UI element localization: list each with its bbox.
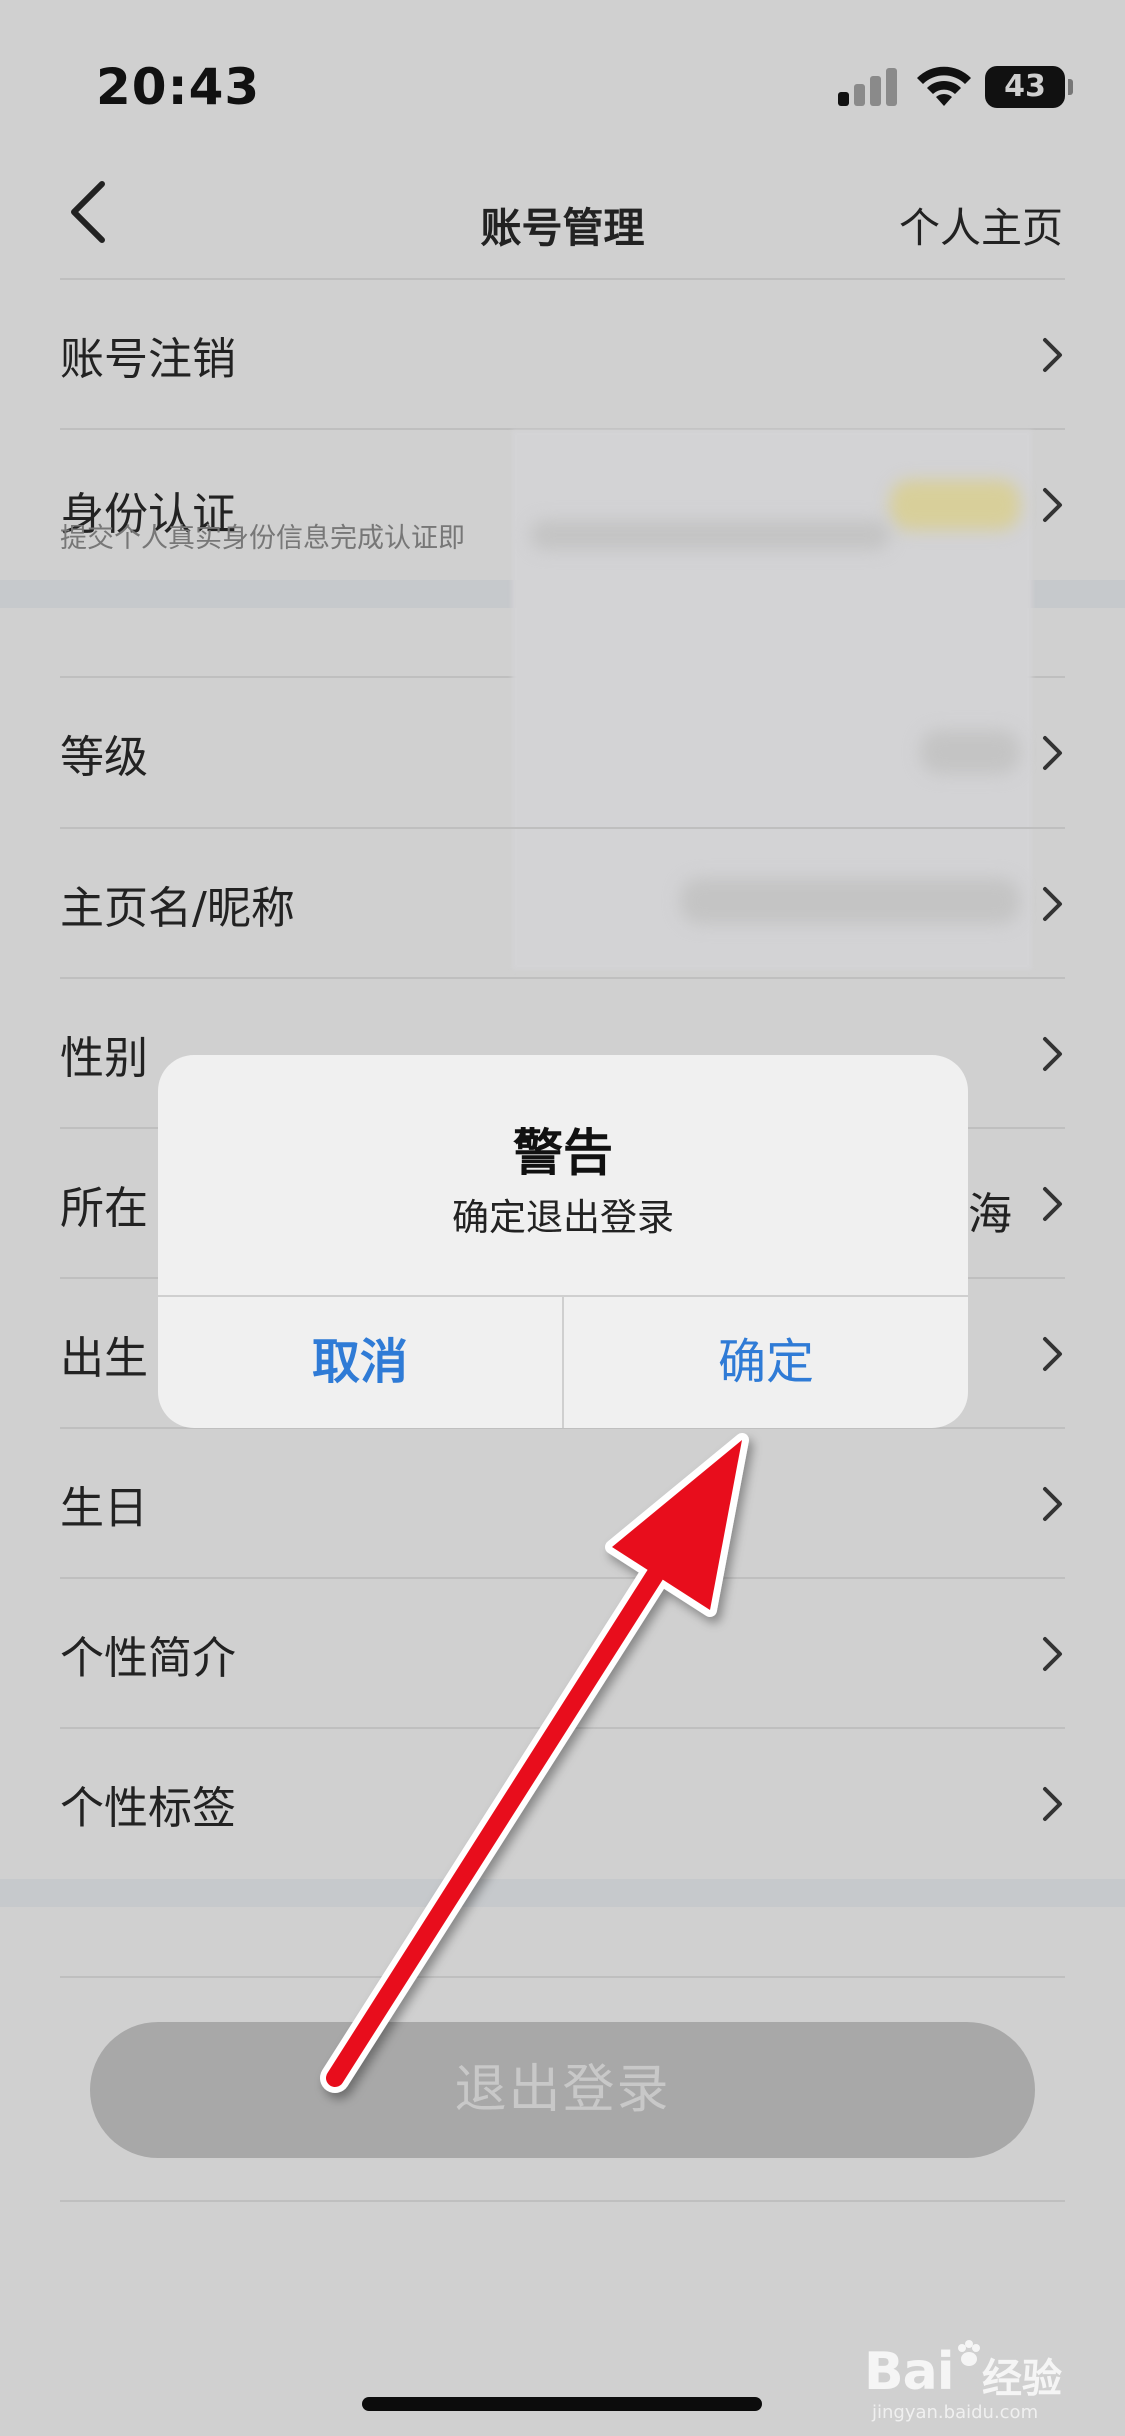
screen: 20:43 43 账号管理 个人主页 账号注销 身份认证 提交个人真实身份信息完… — [0, 0, 1125, 2436]
row-label: 等级 — [60, 732, 148, 783]
row-label: 生日 — [60, 1483, 148, 1534]
status-bar: 20:43 43 — [0, 0, 1125, 150]
cellular-signal-icon — [838, 66, 898, 106]
divider — [60, 1976, 1065, 1978]
watermark-suffix: 经验 — [982, 2356, 1062, 2402]
dialog-title: 警告 — [513, 1124, 613, 1182]
row-label: 个性标签 — [60, 1783, 236, 1834]
section-gap — [0, 1879, 1125, 1907]
chevron-right-icon — [1043, 1337, 1062, 1371]
logout-button[interactable]: 退出登录 — [90, 2022, 1035, 2158]
row-bio[interactable]: 个性简介 — [0, 1579, 1125, 1729]
chevron-right-icon — [1043, 1637, 1062, 1671]
alert-dialog: 警告 确定退出登录 取消 确定 — [158, 1055, 968, 1428]
nav-bar: 账号管理 个人主页 — [0, 150, 1125, 280]
row-label: 个性简介 — [60, 1633, 236, 1684]
row-birthday[interactable]: 生日 — [0, 1429, 1125, 1579]
wifi-icon — [917, 66, 971, 106]
row-label: 性别 — [60, 1033, 148, 1084]
row-subtitle: 提交个人真实身份信息完成认证即 — [60, 523, 465, 554]
status-time: 20:43 — [96, 58, 261, 116]
watermark-brand: Bai — [864, 2342, 955, 2402]
chevron-right-icon — [1043, 338, 1062, 372]
divider — [60, 2200, 1065, 2202]
chevron-right-icon — [1043, 488, 1062, 522]
dialog-confirm-button[interactable]: 确定 — [564, 1297, 968, 1428]
row-label: 主页名/昵称 — [60, 883, 295, 934]
row-label: 所在 — [60, 1183, 148, 1234]
profile-link[interactable]: 个人主页 — [899, 194, 1063, 254]
chevron-right-icon — [1043, 1187, 1062, 1221]
location-value: 海 — [968, 1189, 1012, 1240]
baidu-watermark: Bai 经验 jingyan.baidu.com — [864, 2336, 1074, 2423]
chevron-right-icon — [1043, 887, 1062, 921]
paw-icon — [958, 2340, 980, 2366]
chevron-right-icon — [1043, 1787, 1062, 1821]
blurred-text — [530, 520, 890, 550]
row-label: 出生 — [60, 1333, 148, 1384]
dialog-cancel-button[interactable]: 取消 — [158, 1297, 562, 1428]
row-tags[interactable]: 个性标签 — [0, 1729, 1125, 1879]
home-indicator — [362, 2397, 762, 2411]
watermark-site: jingyan.baidu.com — [872, 2402, 1039, 2423]
dialog-message: 确定退出登录 — [452, 1196, 674, 1239]
row-level[interactable]: 等级 — [0, 678, 1125, 828]
chevron-right-icon — [1043, 736, 1062, 770]
blurred-badge — [890, 480, 1020, 530]
row-account-cancel[interactable]: 账号注销 — [0, 280, 1125, 430]
row-nickname[interactable]: 主页名/昵称 — [0, 829, 1125, 979]
chevron-right-icon — [1043, 1037, 1062, 1071]
battery-icon: 43 — [985, 66, 1073, 108]
row-label: 账号注销 — [60, 334, 236, 385]
chevron-right-icon — [1043, 1487, 1062, 1521]
